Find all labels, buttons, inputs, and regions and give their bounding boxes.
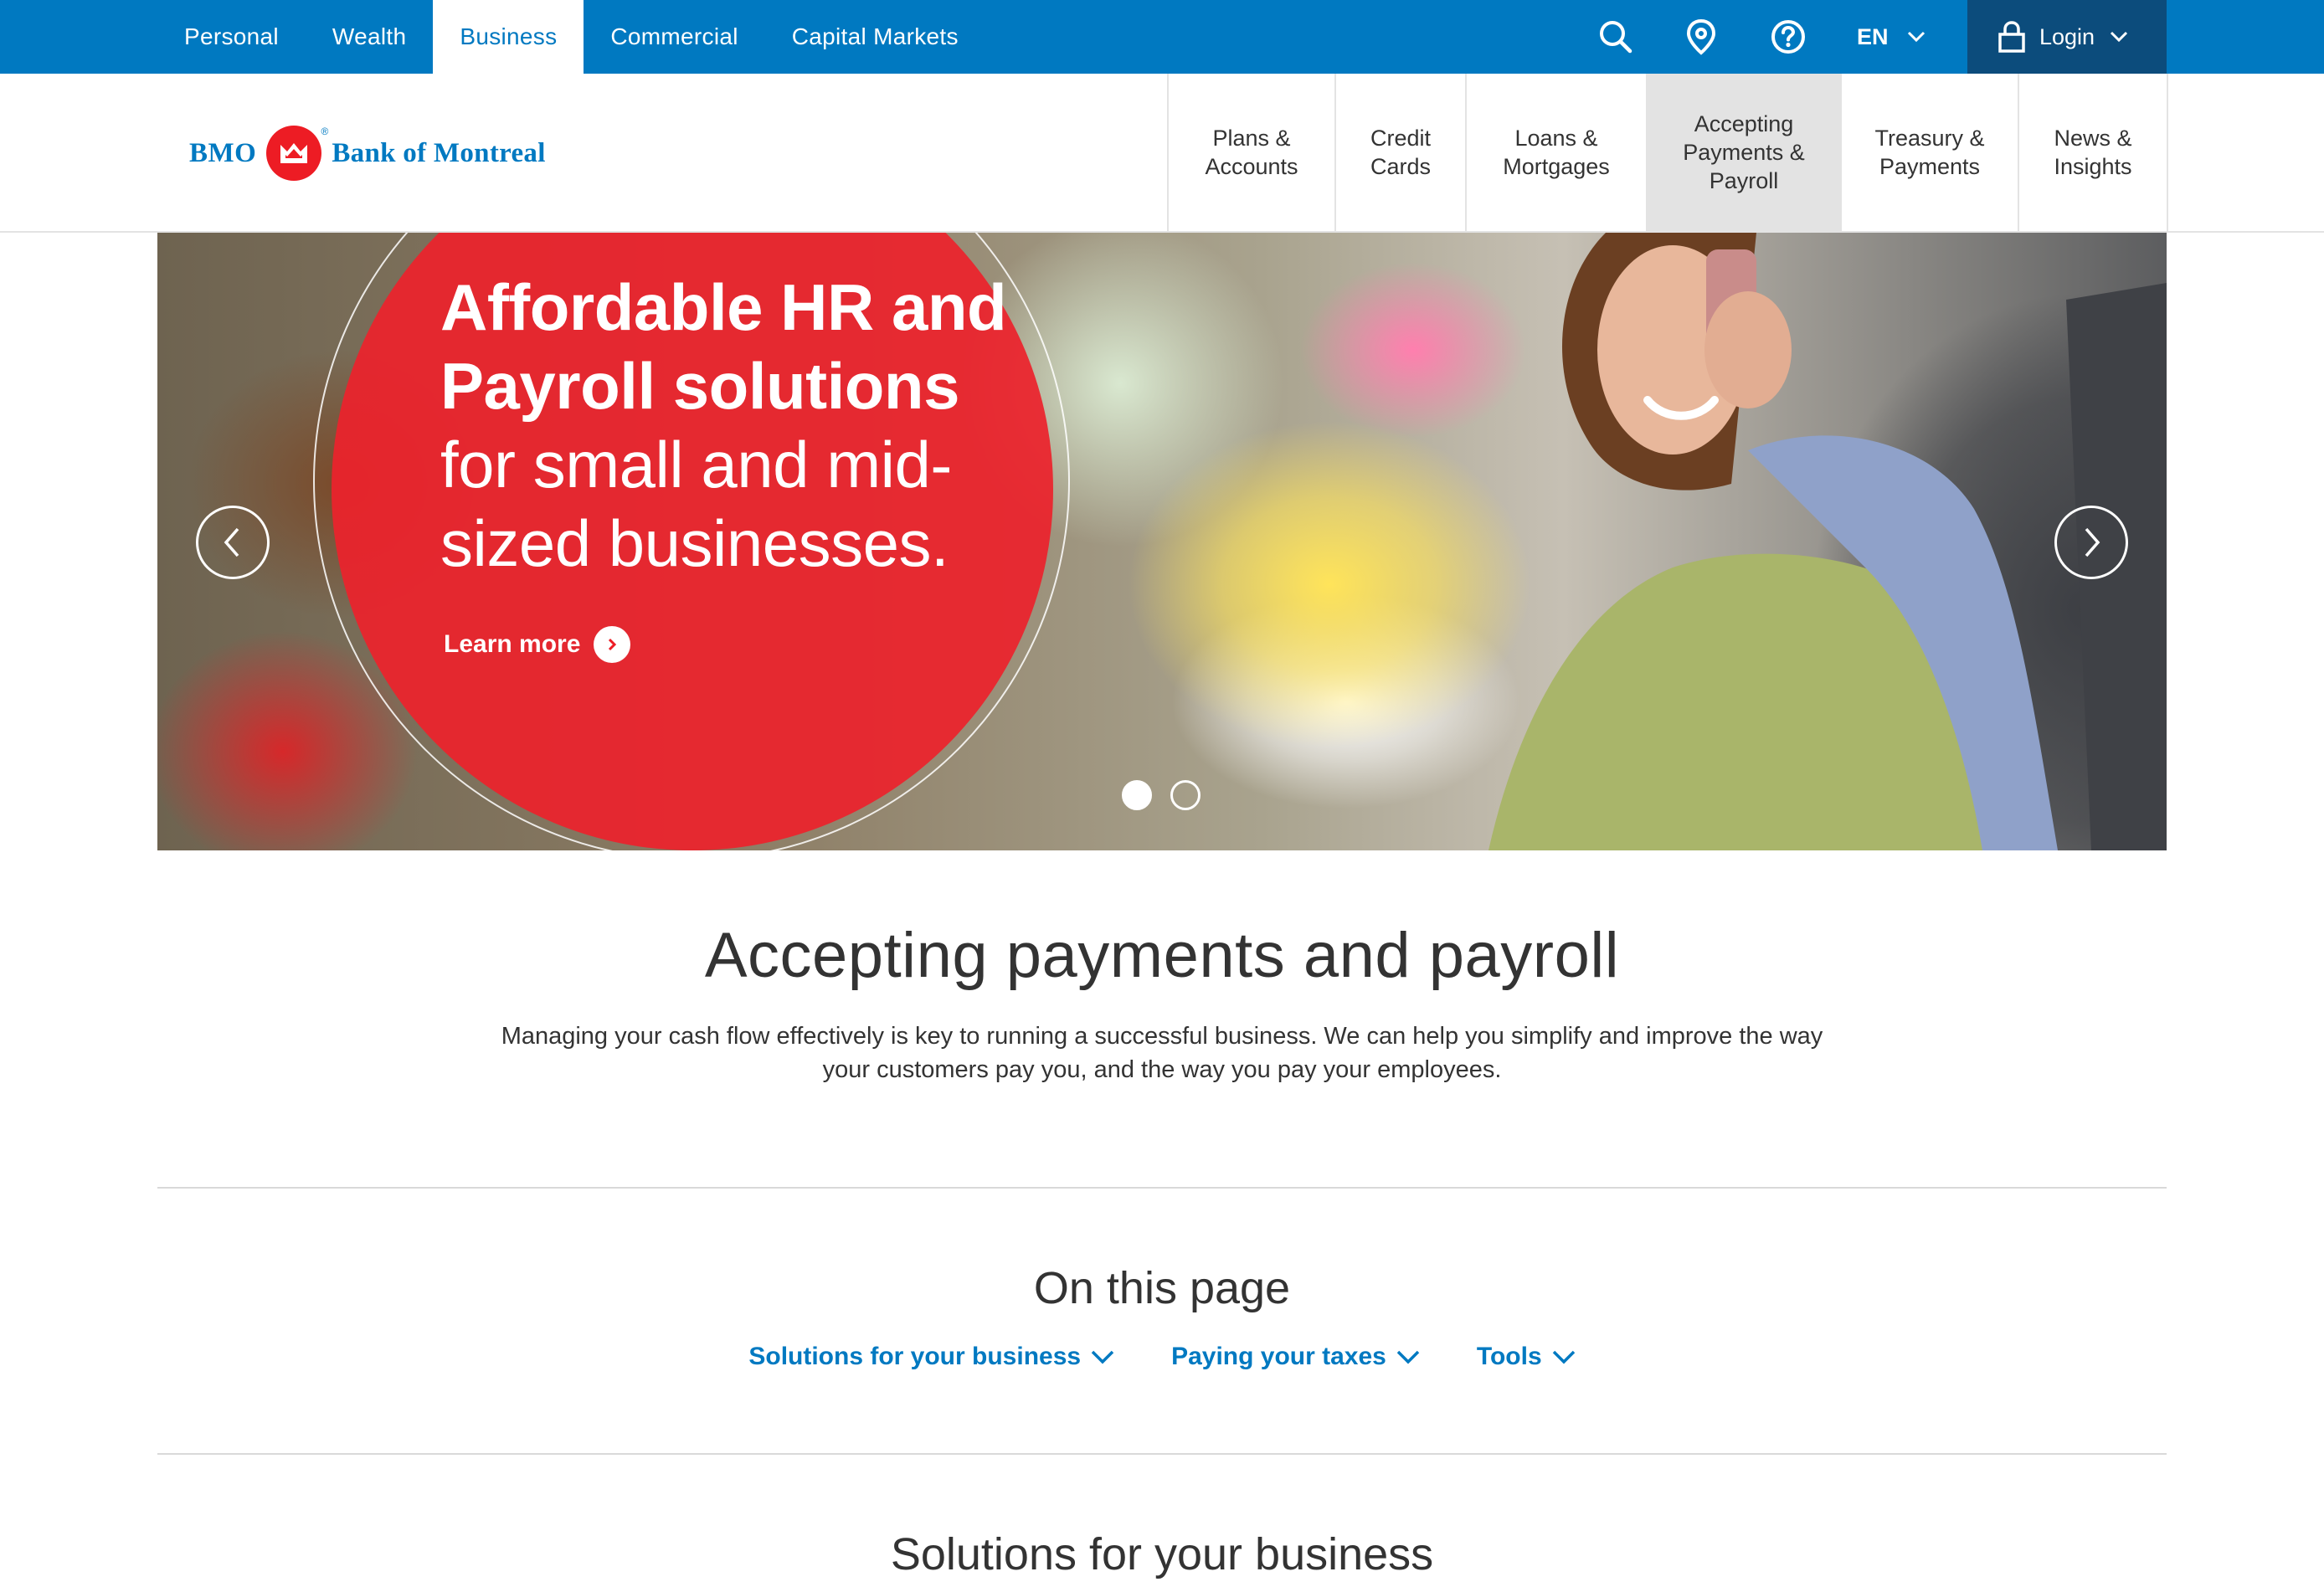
logo-brand: BMO <box>189 137 257 168</box>
location-pin-icon[interactable] <box>1679 15 1723 59</box>
nav-label: Plans & Accounts <box>1205 126 1298 179</box>
tab-business[interactable]: Business <box>433 0 584 74</box>
nav-credit-cards[interactable]: Credit Cards <box>1334 74 1465 231</box>
registered-mark: ® <box>321 126 329 137</box>
login-button[interactable]: Login <box>1967 0 2167 74</box>
logo-bank-name: Bank of Montreal <box>332 137 546 168</box>
nav-loans-mortgages[interactable]: Loans & Mortgages <box>1465 74 1646 231</box>
chevron-right-circle-icon <box>594 626 631 663</box>
nav-label: Loans & Mortgages <box>1503 126 1610 179</box>
jump-link-label: Solutions for your business <box>748 1343 1082 1370</box>
chevron-down-icon <box>1396 1350 1420 1364</box>
bmo-logo[interactable]: BMO ® Bank of Montreal <box>189 126 546 181</box>
hero-carousel: Affordable HR and Payroll solutions for … <box>157 233 2167 850</box>
search-icon[interactable] <box>1594 15 1638 59</box>
top-bar: Personal Wealth Business Commercial Capi… <box>0 0 2324 74</box>
divider <box>157 1187 2167 1189</box>
chevron-right-icon <box>2085 527 2100 557</box>
carousel-dot-1[interactable] <box>1122 780 1152 810</box>
carousel-indicators <box>1122 780 1219 810</box>
nav-plans-accounts[interactable]: Plans & Accounts <box>1167 74 1334 231</box>
hero-photo <box>1488 233 2167 850</box>
chevron-down-icon <box>1091 1350 1114 1364</box>
on-this-page-links: Solutions for your business Paying your … <box>0 1343 2324 1371</box>
help-icon[interactable] <box>1766 15 1810 59</box>
chevron-down-icon <box>1907 31 1925 43</box>
nav-label: Credit Cards <box>1370 126 1432 179</box>
nav-label: News & Insights <box>2054 126 2132 179</box>
page-intro: Managing your cash flow effectively is k… <box>501 1023 1823 1083</box>
tab-personal[interactable]: Personal <box>157 0 306 74</box>
hero-headline-bold: Affordable HR and Payroll solutions <box>440 270 1007 423</box>
nav-treasury-payments[interactable]: Treasury & Payments <box>1840 74 2018 231</box>
page-title: Accepting payments and payroll <box>704 920 1620 991</box>
learn-more-link[interactable]: Learn more <box>444 626 631 663</box>
jump-link-label: Paying your taxes <box>1171 1343 1386 1370</box>
nav-news-insights[interactable]: News & Insights <box>2018 74 2168 231</box>
jump-link-solutions[interactable]: Solutions for your business <box>748 1343 1114 1371</box>
on-this-page-heading: On this page <box>1033 1263 1291 1313</box>
carousel-next-button[interactable] <box>2054 506 2128 579</box>
roundel-icon: ® <box>266 126 328 181</box>
hero-headline: Affordable HR and Payroll solutions for … <box>440 268 1026 583</box>
jump-link-taxes[interactable]: Paying your taxes <box>1171 1343 1420 1371</box>
lock-icon <box>1998 21 2025 53</box>
section-heading: Solutions for your business <box>890 1529 1434 1579</box>
learn-more-label: Learn more <box>444 630 581 658</box>
segment-nav: Personal Wealth Business Commercial Capi… <box>157 0 985 74</box>
tab-commercial[interactable]: Commercial <box>584 0 764 74</box>
chevron-left-icon <box>224 527 239 557</box>
language-selector[interactable]: EN <box>1857 0 1926 74</box>
language-label: EN <box>1857 23 1889 49</box>
main-nav: Plans & Accounts Credit Cards Loans & Mo… <box>1167 74 2168 231</box>
carousel-dot-2[interactable] <box>1170 780 1201 810</box>
nav-label: Accepting Payments & Payroll <box>1683 111 1805 193</box>
divider <box>157 1453 2167 1455</box>
chevron-down-icon <box>1552 1350 1575 1364</box>
tab-capital-markets[interactable]: Capital Markets <box>765 0 985 74</box>
jump-link-label: Tools <box>1476 1343 1542 1370</box>
jump-link-tools[interactable]: Tools <box>1477 1343 1576 1371</box>
hero-headline-rest: for small and mid-sized businesses. <box>440 428 952 580</box>
site-header: BMO ® Bank of Montreal Plans & Accounts … <box>0 74 2324 233</box>
carousel-prev-button[interactable] <box>196 506 270 579</box>
nav-accepting-payments-payroll[interactable]: Accepting Payments & Payroll <box>1646 74 1840 231</box>
nav-label: Treasury & Payments <box>1874 126 1985 179</box>
chevron-down-icon <box>2111 31 2128 43</box>
tab-wealth[interactable]: Wealth <box>306 0 433 74</box>
login-label: Login <box>2039 23 2095 49</box>
